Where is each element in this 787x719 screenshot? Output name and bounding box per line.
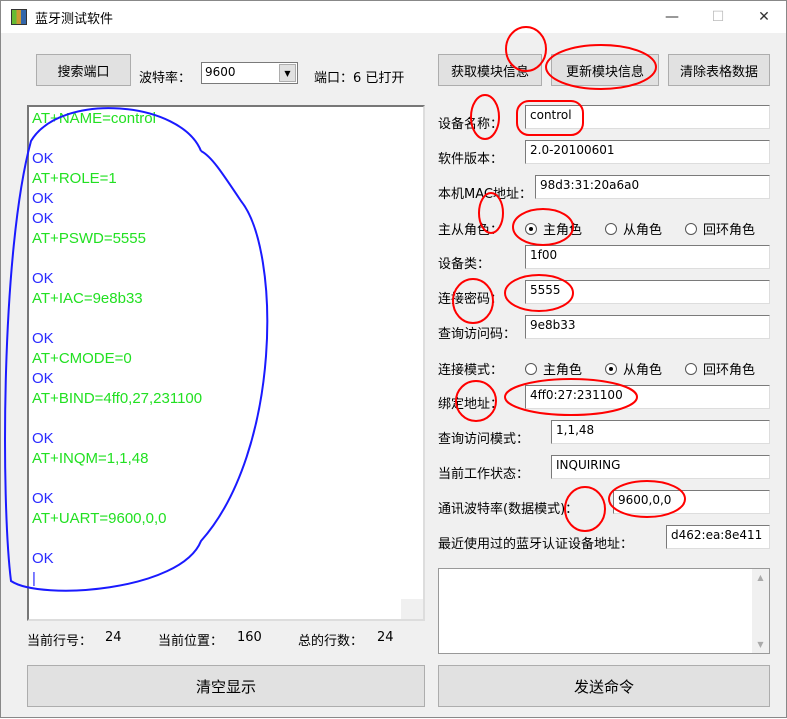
radio-icon[interactable] <box>605 222 617 235</box>
scroll-up-icon[interactable]: ▲ <box>757 573 763 582</box>
log-line: OK <box>32 210 54 227</box>
radio-icon[interactable] <box>685 222 697 235</box>
version-label: 软件版本： <box>438 152 504 167</box>
clear-table-button[interactable]: 清除表格数据 <box>668 54 770 86</box>
role-option[interactable]: 从角色 <box>605 219 662 238</box>
baud-select[interactable]: 9600 ▼ <box>201 62 298 84</box>
log-line: AT+CMODE=0 <box>32 350 132 367</box>
mac-field[interactable]: 98d3:31:20a6a0 <box>535 175 770 199</box>
log-line: OK <box>32 150 54 167</box>
name-field[interactable]: control <box>525 105 770 129</box>
radio-icon[interactable] <box>525 222 537 235</box>
cmode-option[interactable]: 从角色 <box>605 359 662 378</box>
radio-label: 主角色 <box>543 363 583 378</box>
radio-label: 回环角色 <box>703 223 756 238</box>
cmode-option[interactable]: 回环角色 <box>685 359 755 378</box>
role-option[interactable]: 主角色 <box>525 219 582 238</box>
recent-label: 最近使用过的蓝牙认证设备地址： <box>438 537 634 552</box>
log-line: OK <box>32 370 54 387</box>
scrollbar[interactable]: ▲ ▼ <box>752 569 769 653</box>
pswd-label: 连接密码： <box>438 292 504 307</box>
total-label: 总的行数： <box>298 634 364 649</box>
name-label: 设备名称： <box>438 117 504 132</box>
radio-icon[interactable] <box>525 362 537 375</box>
line-label: 当前行号： <box>27 634 93 649</box>
log-line: OK <box>32 330 54 347</box>
baud-label: 波特率： <box>139 71 192 86</box>
log-line: OK <box>32 550 54 567</box>
log-line: OK <box>32 490 54 507</box>
state-label: 当前工作状态： <box>438 467 530 482</box>
search-port-button[interactable]: 搜索端口 <box>36 54 131 86</box>
app-window: 蓝牙测试软件 — ☐ ✕ 搜索端口 波特率： 9600 ▼ 端口：6 已打开 获取… <box>0 0 787 718</box>
get-info-button[interactable]: 获取模块信息 <box>438 54 542 86</box>
pos-value: 160 <box>237 630 262 645</box>
radio-label: 从角色 <box>623 223 663 238</box>
recent-field[interactable]: d462:ea:8e411 <box>666 525 770 549</box>
scroll-corner <box>401 599 423 619</box>
close-button[interactable]: ✕ <box>741 1 787 33</box>
uart-label: 通讯波特率(数据模式)： <box>438 502 579 517</box>
radio-icon[interactable] <box>605 362 617 375</box>
pos-label: 当前位置： <box>158 634 224 649</box>
total-value: 24 <box>377 630 394 645</box>
iac-field[interactable]: 9e8b33 <box>525 315 770 339</box>
log-line: AT+IAC=9e8b33 <box>32 290 143 307</box>
role-option[interactable]: 回环角色 <box>685 219 755 238</box>
class-field[interactable]: 1f00 <box>525 245 770 269</box>
log-line: AT+BIND=4ff0,27,231100 <box>32 390 203 407</box>
command-input[interactable]: ▲ ▼ <box>438 568 770 654</box>
log-line: OK <box>32 270 54 287</box>
log-line: OK <box>32 430 54 447</box>
log-line: AT+ROLE=1 <box>32 170 117 187</box>
pswd-field[interactable]: 5555 <box>525 280 770 304</box>
class-label: 设备类： <box>438 257 491 272</box>
port-status: 端口：6 已打开 <box>314 71 405 86</box>
cmode-option[interactable]: 主角色 <box>525 359 582 378</box>
radio-label: 回环角色 <box>703 363 756 378</box>
chevron-down-icon[interactable]: ▼ <box>279 64 296 82</box>
bind-field[interactable]: 4ff0:27:231100 <box>525 385 770 409</box>
clear-display-button[interactable]: 清空显示 <box>27 665 425 707</box>
radio-label: 主角色 <box>543 223 583 238</box>
log-line: AT+INQM=1,1,48 <box>32 450 149 467</box>
line-value: 24 <box>105 630 122 645</box>
log-line: AT+UART=9600,0,0 <box>32 510 167 527</box>
radio-label: 从角色 <box>623 363 663 378</box>
log-line: AT+NAME=control <box>32 110 156 127</box>
mac-label: 本机MAC地址： <box>438 187 532 202</box>
baud-value: 9600 <box>205 65 236 79</box>
window-title: 蓝牙测试软件 <box>35 11 114 27</box>
log-line: OK <box>32 190 54 207</box>
minimize-button[interactable]: — <box>649 1 695 33</box>
uart-field[interactable]: 9600,0,0 <box>613 490 770 514</box>
inqm-field[interactable]: 1,1,48 <box>551 420 770 444</box>
send-command-button[interactable]: 发送命令 <box>438 665 770 707</box>
iac-label: 查询访问码： <box>438 327 517 342</box>
radio-icon[interactable] <box>685 362 697 375</box>
log-textarea[interactable]: AT+NAME=control OK AT+ROLE=1 OK OK AT+PSWD=55… <box>27 105 425 621</box>
log-line: | <box>32 570 36 587</box>
title-bar: 蓝牙测试软件 — ☐ ✕ <box>1 1 786 33</box>
scroll-down-icon[interactable]: ▼ <box>757 640 763 649</box>
app-icon <box>11 9 27 25</box>
log-line: AT+PSWD=5555 <box>32 230 146 247</box>
version-field[interactable]: 2.0-20100601 <box>525 140 770 164</box>
bind-label: 绑定地址： <box>438 397 504 412</box>
maximize-button[interactable]: ☐ <box>695 1 741 33</box>
cmode-label: 连接模式： <box>438 363 504 378</box>
update-info-button[interactable]: 更新模块信息 <box>551 54 659 86</box>
state-field[interactable]: INQUIRING <box>551 455 770 479</box>
inqm-label: 查询访问模式： <box>438 432 530 447</box>
role-label: 主从角色： <box>438 223 504 238</box>
